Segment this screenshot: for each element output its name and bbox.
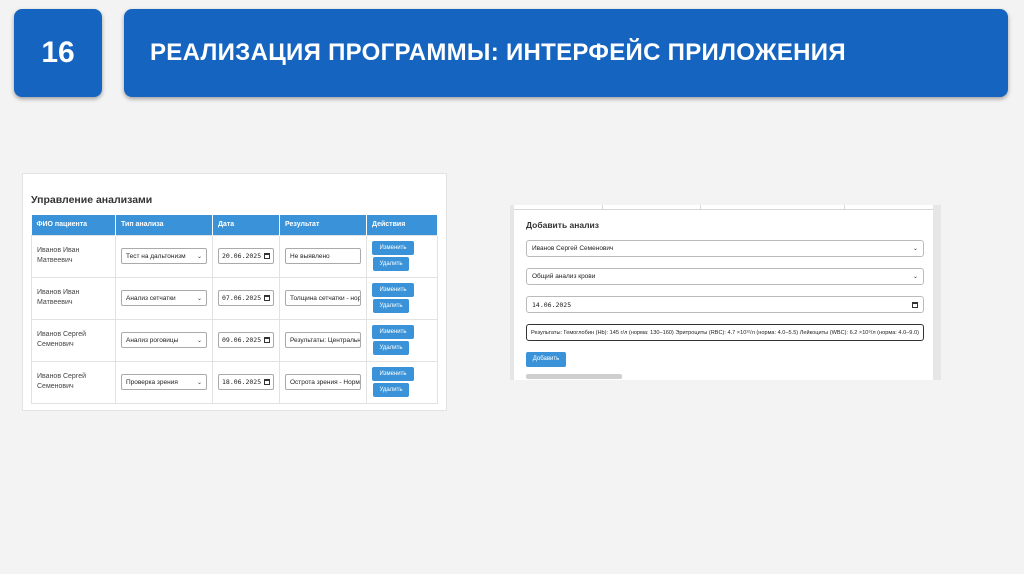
edit-button[interactable]: Изменить xyxy=(372,367,414,381)
table-header-row: ФИО пациента Тип анализа Дата Результат … xyxy=(31,215,438,235)
patient-name: Иванов Сергей Семенович xyxy=(31,318,116,362)
actions-cell: Изменить Удалить xyxy=(366,234,438,278)
slide-number: 16 xyxy=(14,9,102,97)
result-cell: Толщина сетчатки - норм xyxy=(279,276,367,320)
result-input[interactable]: Результаты: Гемоглобин (Hb): 145 г/л (но… xyxy=(526,324,924,341)
delete-button[interactable]: Удалить xyxy=(373,299,409,313)
result-cell: Острота зрения - Норма xyxy=(279,360,367,404)
actions-cell: Изменить Удалить xyxy=(366,360,438,404)
analysis-type-select[interactable]: Анализ роговицы ⌄ xyxy=(121,332,207,348)
slide-title: РЕАЛИЗАЦИЯ ПРОГРАММЫ: ИНТЕРФЕЙС ПРИЛОЖЕН… xyxy=(124,9,1008,97)
date-input[interactable]: 07.06.2025 xyxy=(218,290,274,306)
result-input[interactable]: Результаты: Центральн xyxy=(285,332,361,348)
select-value: Анализ сетчатки xyxy=(126,294,176,302)
select-value: Тест на дальтонизм xyxy=(126,252,186,260)
table-row: Иванов Иван Матвеевич Тест на дальтонизм… xyxy=(31,234,438,278)
calendar-icon[interactable] xyxy=(264,253,270,259)
chevron-down-icon: ⌄ xyxy=(912,274,918,280)
edit-button[interactable]: Изменить xyxy=(372,283,414,297)
calendar-icon[interactable] xyxy=(264,337,270,343)
chevron-down-icon: ⌄ xyxy=(196,253,202,260)
date-value: 07.06.2025 xyxy=(222,294,262,302)
select-value: Общий анализ крови xyxy=(532,273,596,280)
table-row: Иванов Сергей Семенович Анализ роговицы ⌄… xyxy=(31,318,438,362)
patient-name: Иванов Сергей Семенович xyxy=(31,360,116,404)
chevron-down-icon: ⌄ xyxy=(196,295,202,302)
actions-cell: Изменить Удалить xyxy=(366,318,438,362)
edit-button[interactable]: Изменить xyxy=(372,241,414,255)
date-input[interactable]: 20.06.2025 xyxy=(218,248,274,264)
table-edge xyxy=(514,205,933,210)
add-button[interactable]: Добавить xyxy=(526,352,566,367)
delete-button[interactable]: Удалить xyxy=(373,341,409,355)
date-cell: 18.06.2025 xyxy=(212,360,280,404)
calendar-icon[interactable] xyxy=(264,379,270,385)
result-input[interactable]: Острота зрения - Норма xyxy=(285,374,361,390)
chevron-down-icon: ⌄ xyxy=(196,337,202,344)
date-cell: 09.06.2025 xyxy=(212,318,280,362)
select-value: Анализ роговицы xyxy=(126,336,179,344)
panel-title: Управление анализами xyxy=(31,194,153,206)
patient-name: Иванов Иван Матвеевич xyxy=(31,276,116,320)
calendar-icon[interactable] xyxy=(912,301,918,308)
edit-button[interactable]: Изменить xyxy=(372,325,414,339)
analyses-management-panel: Управление анализами ФИО пациента Тип ан… xyxy=(22,173,447,411)
add-analysis-panel: Добавить анализ Иванов Сергей Семенович … xyxy=(510,205,941,380)
date-value: 18.06.2025 xyxy=(222,378,262,386)
date-cell: 20.06.2025 xyxy=(212,234,280,278)
date-value: 09.06.2025 xyxy=(222,336,262,344)
table-row: Иванов Сергей Семенович Проверка зрения ⌄… xyxy=(31,360,438,404)
type-cell: Анализ сетчатки ⌄ xyxy=(115,276,213,320)
column-header-date: Дата xyxy=(212,215,280,235)
date-value: 20.06.2025 xyxy=(222,252,262,260)
actions-cell: Изменить Удалить xyxy=(366,276,438,320)
result-cell: Не выявлено xyxy=(279,234,367,278)
column-header-type: Тип анализа xyxy=(115,215,213,235)
analysis-type-select[interactable]: Общий анализ крови ⌄ xyxy=(526,268,924,285)
column-header-patient: ФИО пациента xyxy=(31,215,116,235)
analysis-type-select[interactable]: Проверка зрения ⌄ xyxy=(121,374,207,390)
chevron-down-icon: ⌄ xyxy=(912,246,918,252)
analysis-type-select[interactable]: Тест на дальтонизм ⌄ xyxy=(121,248,207,264)
date-input[interactable]: 18.06.2025 xyxy=(218,374,274,390)
table-row: Иванов Иван Матвеевич Анализ сетчатки ⌄ 0… xyxy=(31,276,438,320)
date-cell: 07.06.2025 xyxy=(212,276,280,320)
patient-name: Иванов Иван Матвеевич xyxy=(31,234,116,278)
date-input[interactable]: 09.06.2025 xyxy=(218,332,274,348)
delete-button[interactable]: Удалить xyxy=(373,257,409,271)
date-value: 14.06.2025 xyxy=(532,300,572,309)
calendar-icon[interactable] xyxy=(264,295,270,301)
column-header-actions: Действия xyxy=(366,215,438,235)
result-cell: Результаты: Центральн xyxy=(279,318,367,362)
analyses-table: ФИО пациента Тип анализа Дата Результат … xyxy=(31,215,438,404)
result-input[interactable]: Не выявлено xyxy=(285,248,361,264)
select-value: Иванов Сергей Семенович xyxy=(532,245,614,252)
add-analysis-title: Добавить анализ xyxy=(526,220,599,230)
result-input[interactable]: Толщина сетчатки - норм xyxy=(285,290,361,306)
delete-button[interactable]: Удалить xyxy=(373,383,409,397)
type-cell: Проверка зрения ⌄ xyxy=(115,360,213,404)
analysis-type-select[interactable]: Анализ сетчатки ⌄ xyxy=(121,290,207,306)
type-cell: Тест на дальтонизм ⌄ xyxy=(115,234,213,278)
chevron-down-icon: ⌄ xyxy=(196,379,202,386)
column-header-result: Результат xyxy=(279,215,367,235)
date-input[interactable]: 14.06.2025 xyxy=(526,296,924,313)
select-value: Проверка зрения xyxy=(126,378,178,386)
type-cell: Анализ роговицы ⌄ xyxy=(115,318,213,362)
patient-select[interactable]: Иванов Сергей Семенович ⌄ xyxy=(526,240,924,257)
cut-off-heading xyxy=(526,374,622,379)
